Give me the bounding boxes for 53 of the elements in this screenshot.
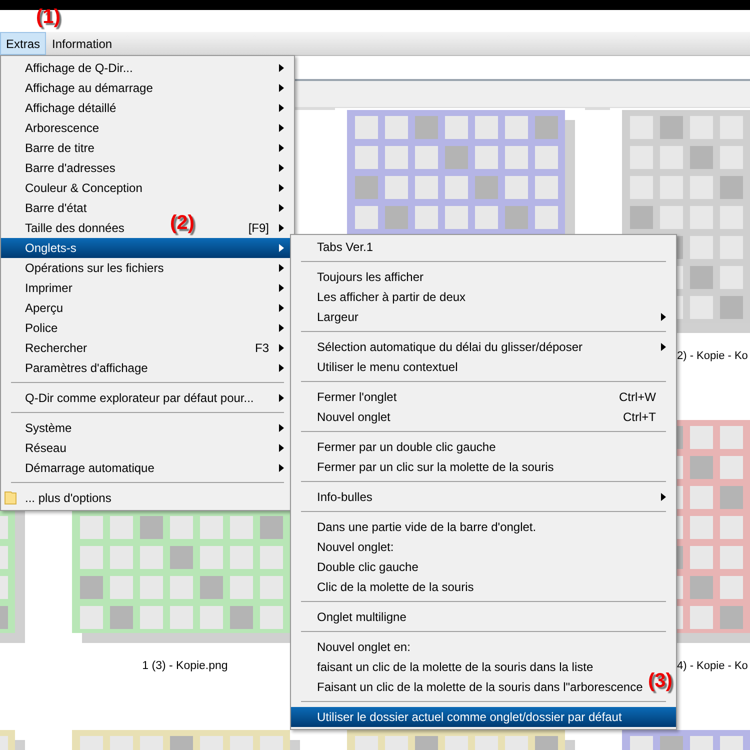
file-name: 2) - Kopie - Ko bbox=[677, 350, 748, 362]
menu-item[interactable]: Utiliser le menu contextuel bbox=[317, 360, 458, 374]
shortcut-text: Ctrl+T bbox=[623, 410, 656, 424]
menu-item[interactable]: Sélection automatique du délai du glisser/déposer bbox=[317, 340, 583, 354]
menu-item[interactable]: Faisant un clic de la molette de la souris dans l"arborescence bbox=[317, 680, 643, 694]
menu-item[interactable]: Nouvel onglet: bbox=[317, 540, 394, 554]
menu-item[interactable]: Paramètres d'affichage bbox=[25, 361, 148, 375]
file-name: 1 (3) - Kopie.png bbox=[142, 660, 228, 672]
menu-item[interactable]: Barre d'état bbox=[25, 201, 87, 215]
menu-item[interactable]: Double clic gauche bbox=[317, 560, 418, 574]
menu-item[interactable]: Nouvel onglet en: bbox=[317, 640, 410, 654]
shortcut-text: Ctrl+W bbox=[619, 390, 656, 404]
menu-item[interactable]: Système bbox=[25, 421, 72, 435]
menu-item[interactable]: Barre de titre bbox=[25, 141, 94, 155]
menu-item[interactable]: Barre d'adresses bbox=[25, 161, 116, 175]
menu-item[interactable]: Toujours les afficher bbox=[317, 270, 424, 284]
menu-item[interactable]: Fermer par un clic sur la molette de la souris bbox=[317, 460, 554, 474]
menu-item[interactable]: Largeur bbox=[317, 310, 358, 324]
menu-item[interactable]: Q-Dir comme explorateur par défaut pour... bbox=[25, 391, 254, 405]
menu-item[interactable]: Réseau bbox=[25, 441, 66, 455]
menu-item[interactable]: Aperçu bbox=[25, 301, 64, 315]
menu-item[interactable]: faisant un clic de la molette de la souris dans la liste bbox=[317, 660, 594, 674]
menu-item[interactable]: Clic de la molette de la souris bbox=[317, 580, 474, 594]
step-marker: (2) bbox=[170, 212, 194, 235]
shortcut-text: [F9] bbox=[248, 221, 269, 235]
file-name: 4) - Kopie - Ko bbox=[677, 660, 748, 672]
menu-item[interactable]: Info-bulles bbox=[317, 490, 372, 504]
menu-item[interactable]: Les afficher à partir de deux bbox=[317, 290, 466, 304]
menu-item[interactable]: Démarrage automatique bbox=[25, 461, 154, 475]
menu-item[interactable]: Police bbox=[25, 321, 58, 335]
shortcut-text: F3 bbox=[254, 341, 269, 355]
menu-item[interactable]: Dans une partie vide de la barre d'onglet. bbox=[317, 520, 536, 534]
menu-item[interactable]: Onglet multiligne bbox=[317, 610, 406, 624]
menu-item[interactable]: Nouvel onglet bbox=[317, 410, 390, 424]
menu-item[interactable]: Taille des données bbox=[25, 221, 124, 235]
menu-item[interactable]: Couleur & Conception bbox=[25, 181, 142, 195]
menu-item[interactable]: ... plus d'options bbox=[25, 491, 112, 505]
menu-item[interactable]: Arborescence bbox=[25, 121, 100, 135]
menu-item[interactable]: Tabs Ver.1 bbox=[317, 240, 374, 254]
step-marker: (1) bbox=[36, 6, 60, 29]
menu-bar-item[interactable]: Extras bbox=[0, 32, 46, 55]
menu-item[interactable]: Opérations sur les fichiers bbox=[25, 261, 164, 275]
menu-item[interactable]: Imprimer bbox=[25, 281, 72, 295]
menu-item[interactable]: Fermer par un double clic gauche bbox=[317, 440, 496, 454]
step-marker: (3) bbox=[648, 670, 672, 693]
folder-icon bbox=[4, 491, 17, 505]
menu-item[interactable]: Affichage au démarrage bbox=[25, 81, 153, 95]
menu-item[interactable]: Rechercher bbox=[25, 341, 88, 355]
menu-item[interactable]: Affichage de Q-Dir... bbox=[25, 61, 133, 75]
menu-item[interactable]: Affichage détaillé bbox=[25, 101, 116, 115]
menu-item[interactable]: Fermer l'onglet bbox=[317, 390, 397, 404]
menu-bar-item[interactable]: Information bbox=[46, 32, 118, 55]
menu-item[interactable]: Utiliser le dossier actuel comme onglet/dossier par défaut bbox=[291, 707, 676, 727]
